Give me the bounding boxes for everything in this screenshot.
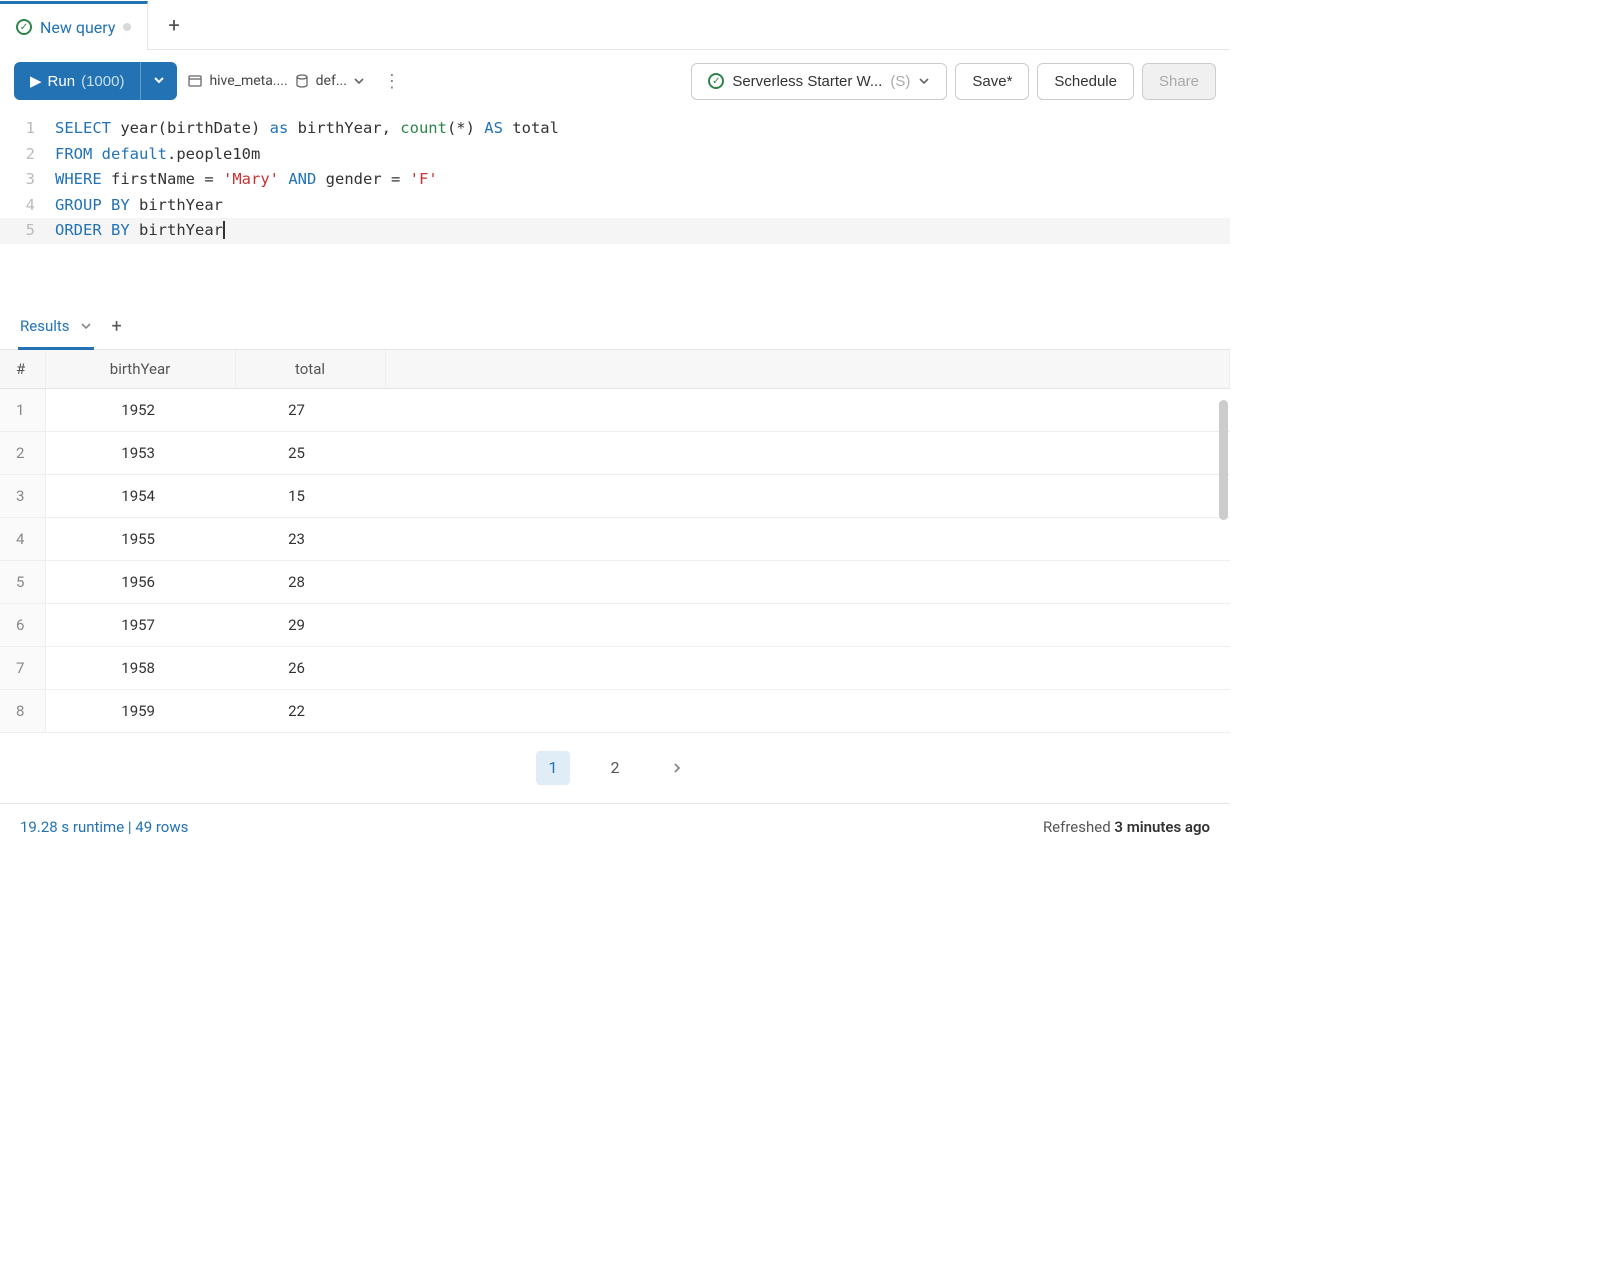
total-cell: 29 (235, 603, 385, 646)
line-content: GROUP BY birthYear (55, 193, 223, 219)
run-group: ▶ Run (1000) (14, 62, 177, 100)
results-tab-label: Results (20, 317, 70, 335)
status-bar: 19.28 s runtime | 49 rows Refreshed 3 mi… (0, 803, 1230, 850)
table-row[interactable]: 3 1954 15 (0, 474, 1230, 517)
add-tab-button[interactable]: + (148, 13, 199, 37)
table-row[interactable]: 4 1955 23 (0, 517, 1230, 560)
col-rownum[interactable]: # (0, 350, 45, 389)
more-menu-button[interactable]: ⋮ (375, 71, 409, 92)
chevron-down-icon (353, 75, 365, 87)
check-icon: ✓ (708, 73, 724, 89)
check-icon: ✓ (16, 19, 32, 35)
scrollbar-thumb[interactable] (1219, 400, 1228, 520)
birthyear-cell: 1955 (45, 517, 235, 560)
total-cell: 23 (235, 517, 385, 560)
run-button[interactable]: ▶ Run (1000) (14, 62, 140, 100)
line-content: FROM default.people10m (55, 142, 260, 168)
col-empty (385, 350, 1230, 389)
table-row[interactable]: 2 1953 25 (0, 431, 1230, 474)
results-tab[interactable]: Results (18, 305, 94, 350)
editor-line[interactable]: 4GROUP BY birthYear (0, 193, 1230, 219)
table-row[interactable]: 1 1952 27 (0, 388, 1230, 431)
total-cell: 28 (235, 560, 385, 603)
total-cell: 27 (235, 388, 385, 431)
toolbar: ▶ Run (1000) hive_meta.... def... ⋮ ✓ Se… (0, 50, 1230, 112)
table-row[interactable]: 6 1957 29 (0, 603, 1230, 646)
run-dropdown-button[interactable] (140, 62, 177, 100)
results-bar: Results + (0, 304, 1230, 350)
rownum-cell: 8 (0, 689, 45, 732)
chevron-down-icon (153, 74, 165, 86)
col-total[interactable]: total (235, 350, 385, 389)
birthyear-cell: 1956 (45, 560, 235, 603)
results-table: # birthYear total 1 1952 27 2 1953 25 3 … (0, 350, 1230, 733)
line-number: 5 (0, 218, 55, 244)
database-label: def... (316, 73, 347, 89)
dirty-dot-icon (123, 23, 131, 31)
rownum-cell: 1 (0, 388, 45, 431)
total-cell: 22 (235, 689, 385, 732)
chevron-down-icon (918, 75, 930, 87)
editor-line[interactable]: 2FROM default.people10m (0, 142, 1230, 168)
line-number: 4 (0, 193, 55, 219)
table-row[interactable]: 7 1958 26 (0, 646, 1230, 689)
play-icon: ▶ (30, 72, 42, 90)
page-1-button[interactable]: 1 (536, 751, 570, 785)
compute-selector[interactable]: ✓ Serverless Starter W... (S) (691, 63, 947, 100)
line-content: WHERE firstName = 'Mary' AND gender = 'F… (55, 167, 438, 193)
query-tab[interactable]: ✓ New query (0, 1, 148, 50)
line-number: 1 (0, 116, 55, 142)
table-row[interactable]: 5 1956 28 (0, 560, 1230, 603)
birthyear-cell: 1952 (45, 388, 235, 431)
connection-label: hive_meta.... (209, 73, 287, 89)
run-count: (1000) (81, 73, 124, 90)
rownum-cell: 5 (0, 560, 45, 603)
line-content: ORDER BY birthYear (55, 218, 225, 244)
pagination: 1 2 (0, 733, 1230, 803)
sql-editor[interactable]: 1SELECT year(birthDate) as birthYear, co… (0, 112, 1230, 304)
save-button[interactable]: Save* (955, 63, 1029, 100)
add-result-tab-button[interactable]: + (112, 316, 122, 337)
connection-selector[interactable]: hive_meta.... def... (187, 73, 364, 89)
editor-line[interactable]: 3WHERE firstName = 'Mary' AND gender = '… (0, 167, 1230, 193)
run-label: Run (48, 73, 76, 90)
chevron-right-icon (671, 762, 683, 774)
editor-line[interactable]: 5ORDER BY birthYear (0, 218, 1230, 244)
compute-suffix: (S) (890, 73, 910, 90)
birthyear-cell: 1953 (45, 431, 235, 474)
page-2-button[interactable]: 2 (598, 751, 632, 785)
birthyear-cell: 1954 (45, 474, 235, 517)
tab-bar: ✓ New query + (0, 0, 1230, 50)
results-table-wrap: # birthYear total 1 1952 27 2 1953 25 3 … (0, 350, 1230, 733)
line-number: 3 (0, 167, 55, 193)
rownum-cell: 4 (0, 517, 45, 560)
runtime-info: 19.28 s runtime | 49 rows (20, 818, 188, 836)
rownum-cell: 6 (0, 603, 45, 646)
compute-label: Serverless Starter W... (732, 73, 882, 90)
line-content: SELECT year(birthDate) as birthYear, cou… (55, 116, 559, 142)
catalog-icon (187, 73, 203, 89)
share-button: Share (1142, 63, 1216, 100)
birthyear-cell: 1957 (45, 603, 235, 646)
tab-title: New query (40, 18, 115, 37)
rownum-cell: 2 (0, 431, 45, 474)
total-cell: 15 (235, 474, 385, 517)
col-birthyear[interactable]: birthYear (45, 350, 235, 389)
birthyear-cell: 1958 (45, 646, 235, 689)
total-cell: 26 (235, 646, 385, 689)
database-icon (294, 73, 310, 89)
schedule-button[interactable]: Schedule (1037, 63, 1134, 100)
editor-line[interactable]: 1SELECT year(birthDate) as birthYear, co… (0, 116, 1230, 142)
birthyear-cell: 1959 (45, 689, 235, 732)
rownum-cell: 7 (0, 646, 45, 689)
total-cell: 25 (235, 431, 385, 474)
refreshed-info: Refreshed 3 minutes ago (1043, 818, 1210, 836)
table-row[interactable]: 8 1959 22 (0, 689, 1230, 732)
chevron-down-icon (80, 320, 92, 332)
rownum-cell: 3 (0, 474, 45, 517)
line-number: 2 (0, 142, 55, 168)
page-next-button[interactable] (660, 751, 694, 785)
